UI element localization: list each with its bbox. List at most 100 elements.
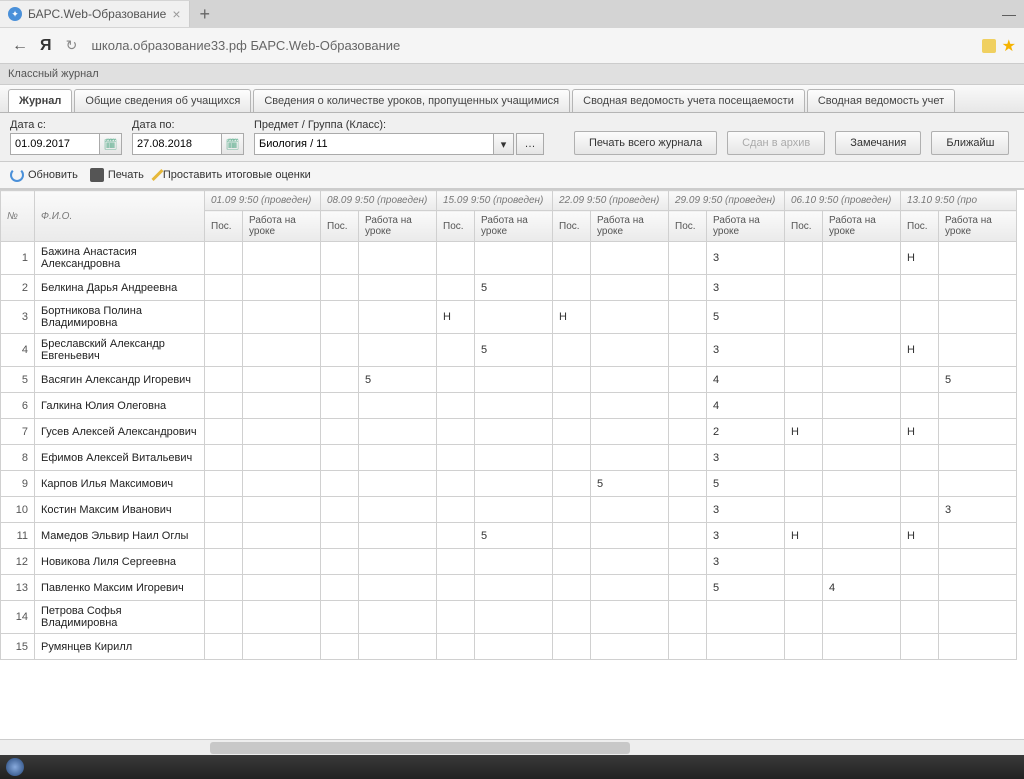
attendance-cell[interactable] — [321, 601, 359, 634]
reload-icon[interactable]: ↻ — [60, 34, 84, 58]
grade-cell[interactable] — [475, 445, 553, 471]
attendance-cell[interactable] — [553, 634, 591, 660]
grade-cell[interactable]: 5 — [359, 367, 437, 393]
attendance-cell[interactable] — [321, 497, 359, 523]
journal-grid[interactable]: № Ф.И.О. 01.09 9:50 (проведен)08.09 9:50… — [0, 189, 1024, 739]
grade-cell[interactable]: 3 — [707, 497, 785, 523]
attendance-cell[interactable] — [553, 523, 591, 549]
attendance-cell[interactable] — [437, 471, 475, 497]
grade-cell[interactable] — [591, 634, 669, 660]
attendance-cell[interactable] — [437, 523, 475, 549]
grade-cell[interactable]: 5 — [707, 301, 785, 334]
grade-cell[interactable]: 3 — [707, 549, 785, 575]
attendance-cell[interactable] — [321, 471, 359, 497]
refresh-button[interactable]: Обновить — [10, 168, 78, 182]
table-row[interactable]: 4Бреславский Александр Евгеньевич53Н — [1, 334, 1017, 367]
attendance-cell[interactable] — [901, 634, 939, 660]
grade-cell[interactable] — [475, 301, 553, 334]
close-tab-icon[interactable]: × — [172, 6, 180, 22]
attendance-cell[interactable] — [437, 497, 475, 523]
attendance-cell[interactable] — [205, 471, 243, 497]
attendance-cell[interactable] — [205, 275, 243, 301]
table-row[interactable]: 14Петрова Софья Владимировна — [1, 601, 1017, 634]
attendance-cell[interactable]: Н — [901, 242, 939, 275]
print-button[interactable]: Печать — [90, 168, 144, 182]
grade-cell[interactable] — [823, 471, 901, 497]
attendance-cell[interactable] — [205, 393, 243, 419]
table-row[interactable]: 13Павленко Максим Игоревич54 — [1, 575, 1017, 601]
grade-cell[interactable] — [823, 367, 901, 393]
grade-cell[interactable] — [359, 497, 437, 523]
attendance-cell[interactable] — [785, 301, 823, 334]
date-to-input[interactable] — [132, 133, 222, 155]
grade-cell[interactable] — [591, 445, 669, 471]
attendance-cell[interactable] — [437, 601, 475, 634]
attendance-cell[interactable] — [437, 445, 475, 471]
start-orb-icon[interactable] — [6, 758, 24, 776]
tab-missed-lessons[interactable]: Сведения о количестве уроков, пропущенны… — [253, 89, 570, 112]
tab-attendance-summary[interactable]: Сводная ведомость учета посещаемости — [572, 89, 805, 112]
attendance-cell[interactable] — [785, 445, 823, 471]
date-from-input[interactable] — [10, 133, 100, 155]
grade-cell[interactable] — [243, 275, 321, 301]
table-row[interactable]: 10Костин Максим Иванович33 — [1, 497, 1017, 523]
grade-cell[interactable]: 5 — [475, 275, 553, 301]
grade-cell[interactable] — [243, 445, 321, 471]
scrollbar-thumb[interactable] — [210, 742, 630, 754]
date-to-calendar-icon[interactable]: 🗓 — [222, 133, 244, 155]
attendance-cell[interactable] — [321, 367, 359, 393]
grade-cell[interactable] — [359, 393, 437, 419]
grade-cell[interactable]: 3 — [707, 242, 785, 275]
grade-cell[interactable] — [939, 523, 1017, 549]
grade-cell[interactable] — [939, 549, 1017, 575]
grade-cell[interactable] — [359, 523, 437, 549]
browser-tab[interactable]: ✦ БАРС.Web-Образование × — [0, 1, 190, 27]
attendance-cell[interactable] — [901, 575, 939, 601]
grade-cell[interactable] — [823, 393, 901, 419]
grade-cell[interactable]: 4 — [707, 367, 785, 393]
grade-cell[interactable] — [359, 334, 437, 367]
table-row[interactable]: 12Новикова Лиля Сергеевна3 — [1, 549, 1017, 575]
table-row[interactable]: 8Ефимов Алексей Витальевич3 — [1, 445, 1017, 471]
attendance-cell[interactable] — [437, 242, 475, 275]
attendance-cell[interactable] — [901, 601, 939, 634]
grade-cell[interactable] — [243, 601, 321, 634]
grade-cell[interactable] — [243, 497, 321, 523]
grade-cell[interactable] — [591, 367, 669, 393]
grade-cell[interactable] — [359, 301, 437, 334]
attendance-cell[interactable] — [437, 393, 475, 419]
grade-cell[interactable] — [823, 334, 901, 367]
table-row[interactable]: 9Карпов Илья Максимович55 — [1, 471, 1017, 497]
grade-cell[interactable]: 4 — [823, 575, 901, 601]
tab-summary-2[interactable]: Сводная ведомость учет — [807, 89, 955, 112]
attendance-cell[interactable] — [437, 634, 475, 660]
attendance-cell[interactable] — [205, 634, 243, 660]
attendance-cell[interactable] — [321, 393, 359, 419]
attendance-cell[interactable] — [785, 497, 823, 523]
attendance-cell[interactable] — [553, 275, 591, 301]
grade-cell[interactable] — [591, 497, 669, 523]
grade-cell[interactable] — [939, 334, 1017, 367]
attendance-cell[interactable] — [553, 549, 591, 575]
attendance-cell[interactable] — [901, 393, 939, 419]
grade-cell[interactable] — [939, 471, 1017, 497]
grade-cell[interactable] — [823, 301, 901, 334]
attendance-cell[interactable] — [553, 334, 591, 367]
nearest-button[interactable]: Ближайш — [931, 131, 1009, 155]
attendance-cell[interactable] — [437, 275, 475, 301]
attendance-cell[interactable] — [669, 523, 707, 549]
grade-cell[interactable] — [243, 634, 321, 660]
attendance-cell[interactable] — [785, 275, 823, 301]
grade-cell[interactable] — [939, 575, 1017, 601]
attendance-cell[interactable] — [553, 242, 591, 275]
grade-cell[interactable] — [823, 275, 901, 301]
remarks-button[interactable]: Замечания — [835, 131, 921, 155]
yandex-logo-icon[interactable]: Я — [40, 37, 52, 55]
attendance-cell[interactable]: Н — [901, 419, 939, 445]
attendance-cell[interactable] — [437, 334, 475, 367]
attendance-cell[interactable] — [669, 445, 707, 471]
grade-cell[interactable]: 3 — [707, 275, 785, 301]
attendance-cell[interactable] — [321, 549, 359, 575]
grade-cell[interactable] — [939, 301, 1017, 334]
grade-cell[interactable] — [591, 523, 669, 549]
